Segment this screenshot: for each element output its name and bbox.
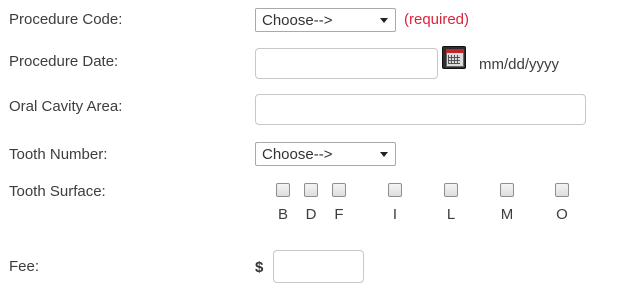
tooth-surface-label-m: M	[500, 206, 514, 223]
tooth-surface-label-l: L	[446, 206, 456, 223]
tooth-number-label: Tooth Number:	[9, 146, 108, 163]
tooth-surface-checkbox-l[interactable]	[444, 183, 458, 197]
tooth-surface-label-f: F	[334, 206, 344, 223]
tooth-number-value: Choose-->	[262, 145, 333, 163]
tooth-surface-label-b: B	[277, 206, 288, 223]
calendar-icon[interactable]	[442, 46, 466, 69]
tooth-surface-checkbox-f[interactable]	[332, 183, 346, 197]
date-format-hint: mm/dd/yyyy	[479, 56, 560, 73]
procedure-date-label: Procedure Date:	[9, 53, 119, 70]
currency-symbol: $	[255, 259, 264, 276]
calendar-header	[446, 49, 464, 53]
oral-cavity-area-label: Oral Cavity Area:	[9, 98, 123, 115]
tooth-surface-checkbox-i[interactable]	[388, 183, 402, 197]
procedure-date-input[interactable]	[255, 48, 438, 79]
procedure-code-value: Choose-->	[262, 11, 333, 29]
tooth-surface-checkbox-m[interactable]	[500, 183, 514, 197]
fee-input[interactable]	[273, 250, 364, 283]
chevron-down-icon	[380, 18, 388, 23]
chevron-down-icon	[380, 152, 388, 157]
fee-label: Fee:	[9, 258, 40, 275]
calendar-grid	[448, 55, 460, 64]
tooth-surface-label-i: I	[392, 206, 398, 223]
tooth-surface-checkbox-d[interactable]	[304, 183, 318, 197]
required-note: (required)	[404, 11, 470, 28]
tooth-surface-checkbox-o[interactable]	[555, 183, 569, 197]
oral-cavity-area-input[interactable]	[255, 94, 586, 125]
tooth-surface-label: Tooth Surface:	[9, 183, 106, 200]
tooth-number-select[interactable]: Choose-->	[255, 142, 396, 166]
tooth-surface-label-o: O	[556, 206, 568, 223]
tooth-surface-label-d: D	[305, 206, 317, 223]
tooth-surface-checkbox-b[interactable]	[276, 183, 290, 197]
procedure-code-select[interactable]: Choose-->	[255, 8, 396, 32]
procedure-code-label: Procedure Code:	[9, 11, 123, 28]
